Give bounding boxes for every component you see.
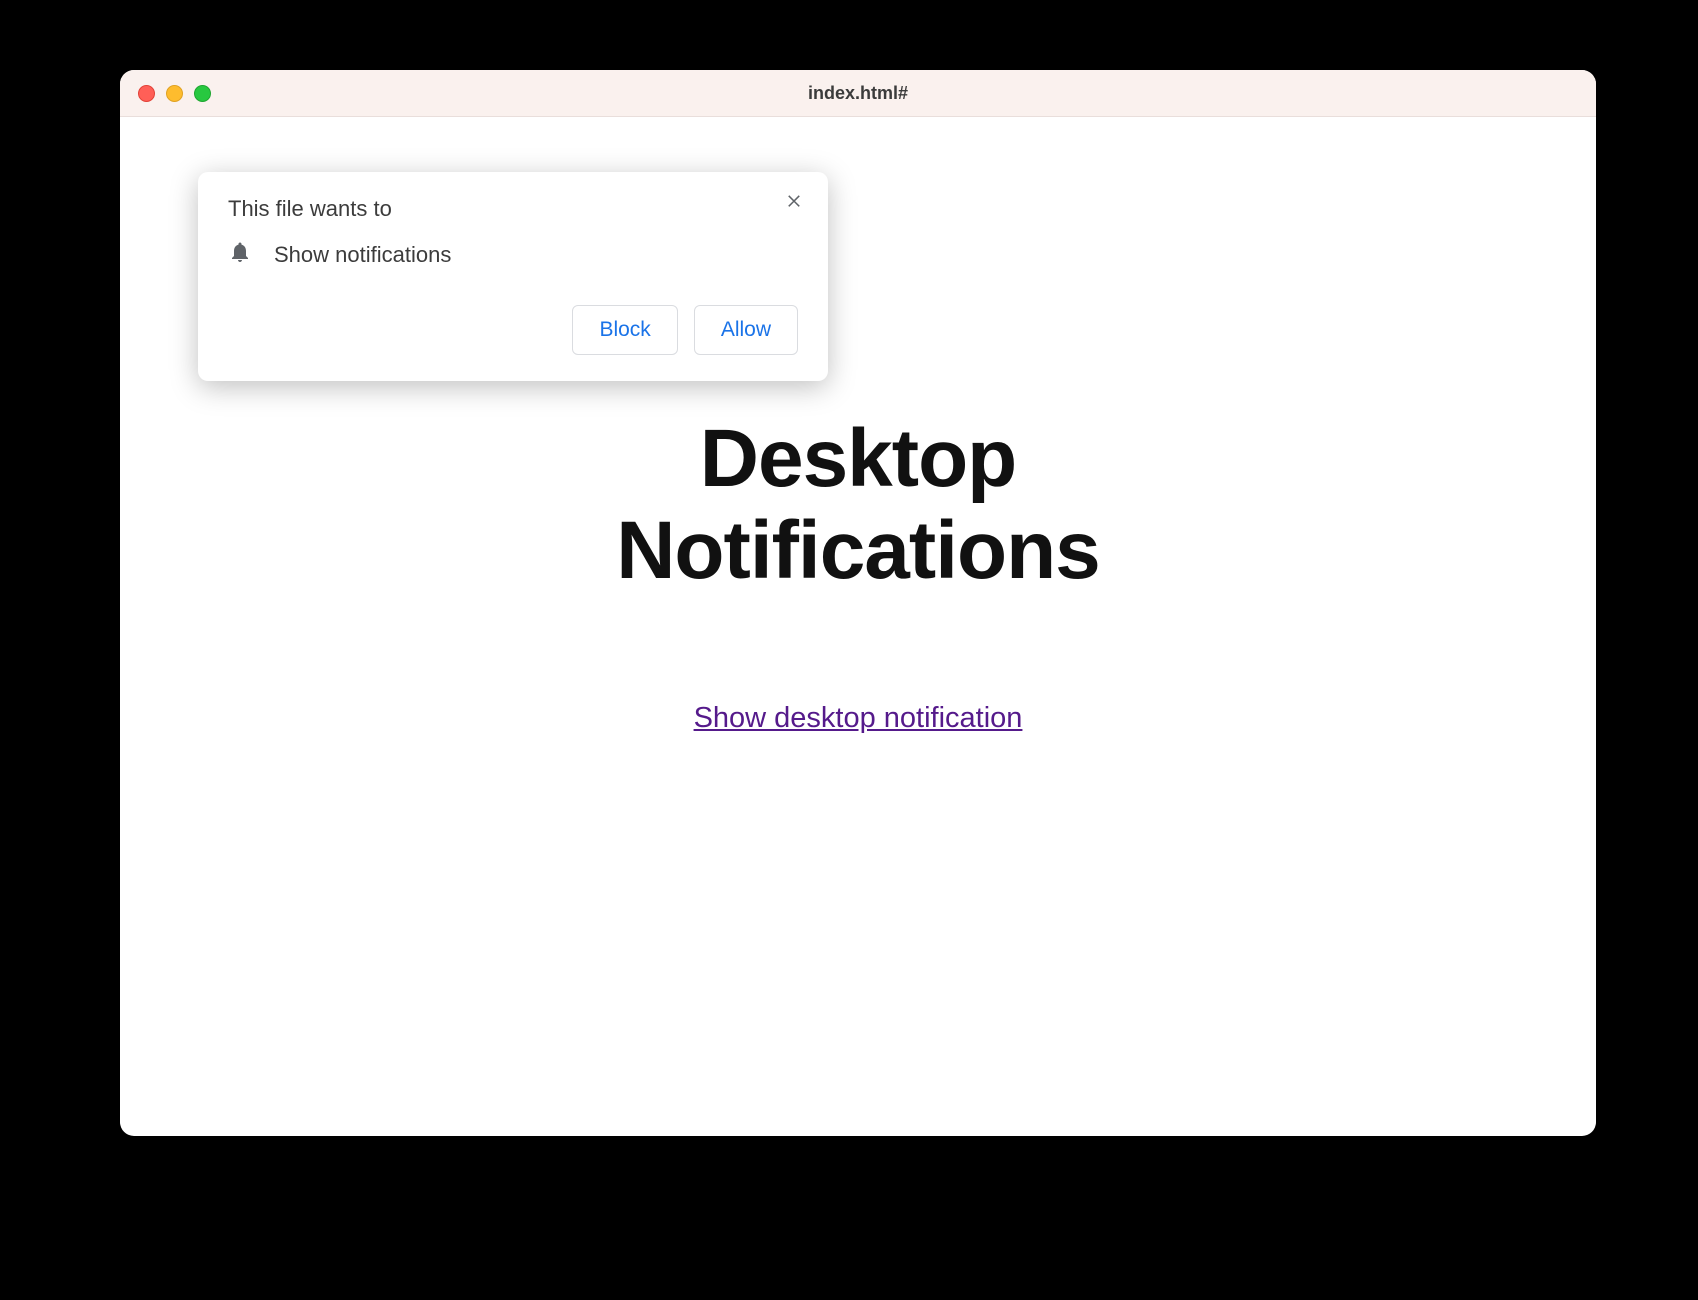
show-notification-link[interactable]: Show desktop notification bbox=[694, 702, 1023, 735]
permission-prompt: This file wants to Show notifications Bl… bbox=[198, 172, 828, 381]
permission-prompt-title: This file wants to bbox=[228, 196, 798, 222]
permission-item-label: Show notifications bbox=[274, 242, 451, 268]
page-title: Desktop Notifications bbox=[616, 413, 1100, 597]
permission-actions: Block Allow bbox=[228, 305, 798, 355]
close-icon bbox=[785, 191, 803, 214]
browser-window: index.html# Desktop Notifications Show d… bbox=[120, 70, 1596, 1135]
window-close-button[interactable] bbox=[138, 85, 155, 102]
window-fullscreen-button[interactable] bbox=[194, 85, 211, 102]
permission-item: Show notifications bbox=[228, 240, 798, 269]
block-button[interactable]: Block bbox=[572, 305, 677, 355]
traffic-lights bbox=[138, 85, 211, 102]
bell-icon bbox=[228, 240, 252, 269]
allow-button[interactable]: Allow bbox=[694, 305, 798, 355]
page-content: Desktop Notifications Show desktop notif… bbox=[120, 117, 1596, 1136]
window-title: index.html# bbox=[808, 83, 908, 104]
window-minimize-button[interactable] bbox=[166, 85, 183, 102]
close-button[interactable] bbox=[780, 188, 808, 216]
window-titlebar: index.html# bbox=[120, 70, 1596, 117]
